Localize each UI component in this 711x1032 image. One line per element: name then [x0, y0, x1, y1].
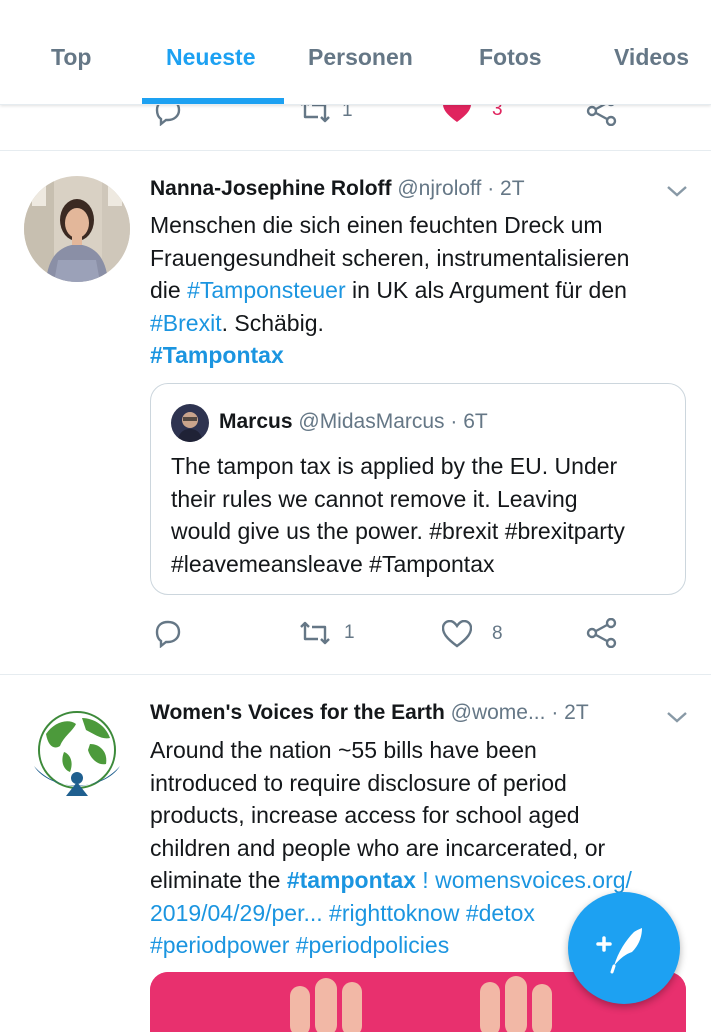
tweet-divider [0, 150, 711, 151]
tweet-header: Nanna-Josephine Roloff @njroloff · 2T [150, 177, 525, 201]
text-span: in UK als Argument für den [345, 277, 627, 303]
person-avatar-icon [24, 176, 130, 282]
tweet-text-line: products, increase access for school age… [150, 802, 580, 828]
quoted-text-line: The tampon tax is applied by the EU. Und… [171, 453, 618, 479]
tab-videos[interactable]: Videos [614, 44, 689, 71]
tweet-time[interactable]: 2T [500, 177, 525, 200]
tweet-text-line: Frauengesundheit scheren, instrumentalis… [150, 244, 630, 271]
tab-top[interactable]: Top [51, 44, 91, 71]
user-avatar[interactable] [24, 700, 130, 806]
tweet-menu-button[interactable] [666, 184, 688, 203]
tweet-menu-button[interactable] [666, 710, 688, 729]
tweet-divider [0, 674, 711, 675]
retweet-button[interactable]: 1 [298, 620, 355, 646]
like-count: 8 [492, 623, 503, 644]
tweet-text-line: Menschen die sich einen feuchten Dreck u… [150, 212, 603, 238]
quoted-text-line: #leavemeansleave #Tampontax [171, 550, 495, 577]
url-link[interactable]: 2019/04/29/per... [150, 900, 323, 926]
tweet-text-line: die #Tamponsteuer in UK als Argument für… [150, 274, 690, 307]
user-name[interactable]: Nanna-Josephine Roloff [150, 177, 392, 200]
quoted-user-name: Marcus [219, 410, 293, 433]
reply-button[interactable] [153, 620, 183, 648]
text-span: die [150, 277, 188, 303]
tweet-time[interactable]: 2T [564, 701, 589, 724]
tweet-text-line: #Tampontax [150, 339, 690, 372]
quoted-tweet-header: Marcus @MidasMarcus · 6T [219, 410, 488, 434]
tweet-text-line: children and people who are incarcerated… [150, 834, 606, 861]
tab-personen[interactable]: Personen [308, 44, 413, 71]
tweet-text-line: Around the nation ~55 bills have been [150, 737, 537, 763]
tweet-actions: 1 8 [0, 614, 711, 654]
search-tabs-bar: Top Neueste Personen Fotos Videos [0, 0, 711, 105]
tab-fotos[interactable]: Fotos [479, 44, 542, 71]
quoted-tweet[interactable]: Marcus @MidasMarcus · 6T The tampon tax … [150, 383, 686, 595]
hashtag-link[interactable]: #Tampontax [150, 342, 284, 368]
retweet-count: 1 [344, 622, 355, 643]
quoted-tweet-text: The tampon tax is applied by the EU. Und… [171, 450, 676, 580]
hashtag-link[interactable]: #periodpower #periodpolicies [150, 932, 449, 958]
chevron-down-icon [667, 712, 687, 723]
tab-neueste[interactable]: Neueste [166, 44, 255, 71]
retweet-icon [300, 621, 330, 645]
quoted-user-avatar [171, 404, 209, 442]
reply-icon [155, 620, 181, 648]
user-handle[interactable]: @wome... [451, 701, 546, 724]
chevron-down-icon [667, 186, 687, 197]
share-icon [586, 618, 617, 648]
quoted-text-line: their rules we cannot remove it. Leaving [171, 485, 578, 512]
hashtag-link[interactable]: #Brexit [150, 310, 222, 336]
separator-dot: · [487, 177, 495, 200]
person-avatar-icon [171, 404, 209, 442]
separator-dot: · [450, 410, 458, 433]
hashtag-link[interactable]: #righttoknow #detox [323, 900, 535, 926]
tweet-text: Menschen die sich einen feuchten Dreck u… [150, 209, 690, 372]
compose-tweet-icon [596, 928, 642, 974]
separator-dot: · [551, 701, 559, 724]
user-name[interactable]: Women's Voices for the Earth [150, 701, 445, 724]
user-avatar[interactable] [24, 176, 130, 282]
quoted-text-line: would give us the power. #brexit #brexit… [171, 518, 625, 544]
heart-icon [442, 620, 472, 648]
user-handle[interactable]: @njroloff [397, 177, 481, 200]
text-span: ! [415, 867, 436, 893]
tweet-text-line: introduced to require disclosure of peri… [150, 769, 567, 796]
hashtag-link[interactable]: #Tamponsteuer [187, 277, 346, 303]
text-span: eliminate the [150, 867, 287, 893]
share-button[interactable] [586, 618, 618, 648]
tweet-text-line: #Brexit. Schäbig. [150, 307, 690, 340]
text-span: . Schäbig. [221, 309, 324, 336]
quoted-tweet-time: 6T [463, 410, 488, 433]
tweet-header: Women's Voices for the Earth @wome... · … [150, 701, 589, 725]
compose-tweet-button[interactable] [568, 892, 680, 1004]
quoted-user-handle: @MidasMarcus [298, 410, 445, 433]
globe-logo-icon [34, 711, 120, 796]
active-tab-indicator [142, 98, 284, 104]
url-link[interactable]: womensvoices.org/ [435, 867, 632, 893]
hashtag-link[interactable]: #tampontax [287, 867, 416, 893]
like-button[interactable]: 8 [442, 620, 503, 648]
